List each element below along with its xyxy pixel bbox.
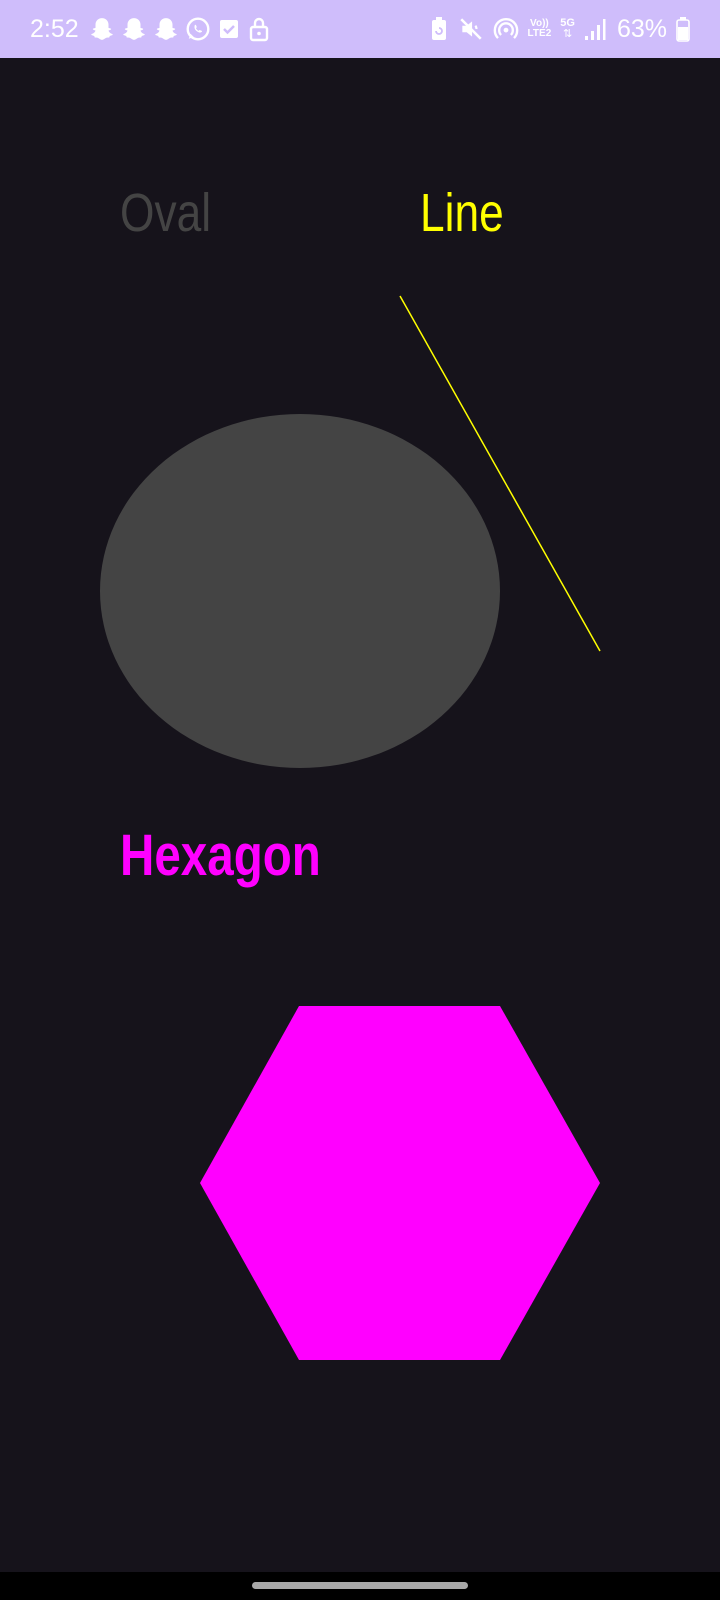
oval-shape (100, 414, 500, 768)
shapes-canvas (100, 295, 601, 1360)
home-gesture-handle[interactable] (252, 1582, 468, 1589)
navigation-bar (0, 1572, 720, 1600)
hexagon-shape (200, 1006, 600, 1360)
